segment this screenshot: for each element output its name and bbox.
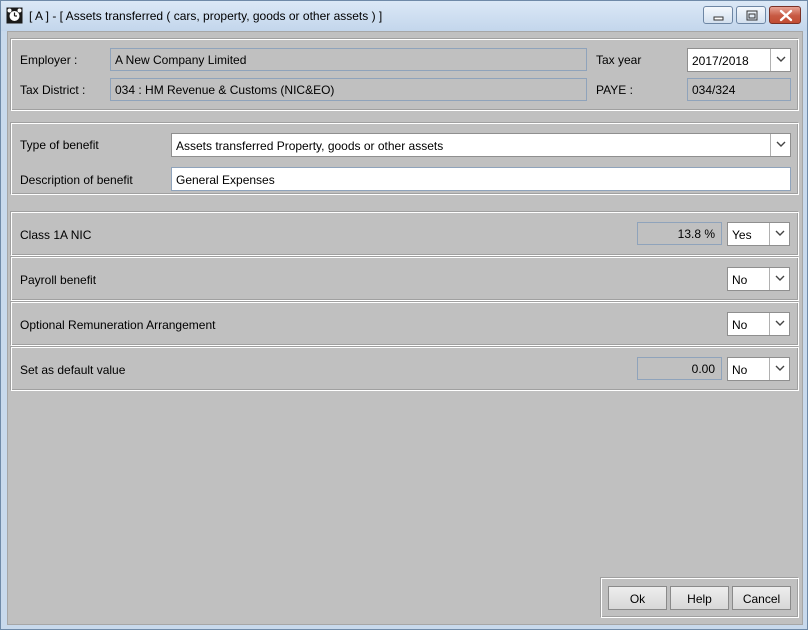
cancel-button[interactable]: Cancel xyxy=(732,586,791,610)
help-button[interactable]: Help xyxy=(670,586,729,610)
button-panel: Ok Help Cancel xyxy=(601,578,799,618)
set-as-default-row: Set as default value 0.00 No xyxy=(11,347,799,391)
payroll-benefit-value: No xyxy=(732,273,748,287)
employer-panel: Employer : A New Company Limited Tax yea… xyxy=(11,39,799,111)
close-button[interactable] xyxy=(769,6,801,24)
clock-app-icon xyxy=(6,7,23,24)
dialog-window: [ A ] - [ Assets transferred ( cars, pro… xyxy=(0,0,808,630)
class-1a-nic-select[interactable]: Yes xyxy=(727,222,790,246)
payroll-benefit-select[interactable]: No xyxy=(727,267,790,291)
maximize-icon xyxy=(746,10,758,21)
type-of-benefit-label: Type of benefit xyxy=(20,138,99,152)
optional-remuneration-label: Optional Remuneration Arrangement xyxy=(20,318,216,332)
maximize-button[interactable] xyxy=(736,6,766,24)
paye-field: 034/324 xyxy=(687,78,791,101)
tax-district-label: Tax District : xyxy=(20,83,86,97)
set-as-default-dropdown-button[interactable] xyxy=(769,358,789,380)
set-as-default-value: No xyxy=(732,363,748,377)
class-1a-nic-row: Class 1A NIC 13.8 % Yes xyxy=(11,212,799,256)
window-title: [ A ] - [ Assets transferred ( cars, pro… xyxy=(29,9,383,23)
optional-remuneration-dropdown-button[interactable] xyxy=(769,313,789,335)
description-of-benefit-input[interactable]: General Expenses xyxy=(171,167,791,191)
chevron-down-icon xyxy=(775,230,785,236)
close-icon xyxy=(779,9,793,22)
chevron-down-icon xyxy=(775,365,785,371)
class-1a-nic-rate-field: 13.8 % xyxy=(637,222,722,245)
set-as-default-label: Set as default value xyxy=(20,363,126,377)
payroll-benefit-row: Payroll benefit No xyxy=(11,257,799,301)
description-of-benefit-label: Description of benefit xyxy=(20,173,133,187)
type-of-benefit-dropdown-button[interactable] xyxy=(770,134,790,156)
tax-year-dropdown-button[interactable] xyxy=(770,49,790,71)
minimize-icon xyxy=(713,16,724,21)
ok-button[interactable]: Ok xyxy=(608,586,667,610)
payroll-benefit-label: Payroll benefit xyxy=(20,273,97,287)
employer-label: Employer : xyxy=(20,53,78,67)
paye-label: PAYE : xyxy=(596,83,633,97)
tax-district-field: 034 : HM Revenue & Customs (NIC&EO) xyxy=(110,78,587,101)
tax-year-label: Tax year xyxy=(596,53,642,67)
type-of-benefit-select[interactable]: Assets transferred Property, goods or ot… xyxy=(171,133,791,157)
payroll-benefit-dropdown-button[interactable] xyxy=(769,268,789,290)
class-1a-nic-dropdown-button[interactable] xyxy=(769,223,789,245)
default-value-field: 0.00 xyxy=(637,357,722,380)
minimize-button[interactable] xyxy=(703,6,733,24)
class-1a-nic-label: Class 1A NIC xyxy=(20,228,92,242)
chevron-down-icon xyxy=(776,141,786,147)
set-as-default-select[interactable]: No xyxy=(727,357,790,381)
title-bar[interactable]: [ A ] - [ Assets transferred ( cars, pro… xyxy=(1,1,807,31)
optional-remuneration-value: No xyxy=(732,318,748,332)
benefit-panel: Type of benefit Assets transferred Prope… xyxy=(11,123,799,195)
employer-field: A New Company Limited xyxy=(110,48,587,71)
optional-remuneration-row: Optional Remuneration Arrangement No xyxy=(11,302,799,346)
optional-remuneration-select[interactable]: No xyxy=(727,312,790,336)
tax-year-value: 2017/2018 xyxy=(692,54,749,68)
dialog-body: Employer : A New Company Limited Tax yea… xyxy=(7,31,803,625)
type-of-benefit-value: Assets transferred Property, goods or ot… xyxy=(176,139,444,153)
chevron-down-icon xyxy=(776,56,786,62)
chevron-down-icon xyxy=(775,320,785,326)
class-1a-nic-value: Yes xyxy=(732,228,752,242)
tax-year-select[interactable]: 2017/2018 xyxy=(687,48,791,72)
chevron-down-icon xyxy=(775,275,785,281)
